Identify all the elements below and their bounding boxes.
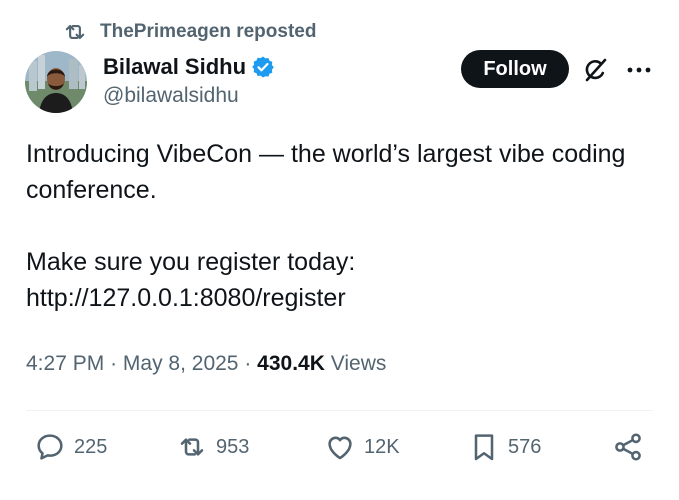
bookmark-icon <box>474 434 494 461</box>
more-icon[interactable] <box>626 60 652 80</box>
reply-button[interactable]: 225 <box>34 428 107 466</box>
meta-separator: · <box>110 352 118 375</box>
tweet-text: Introducing VibeCon — the world’s larges… <box>26 136 646 316</box>
meta-separator: · <box>244 352 252 375</box>
author-name[interactable]: Bilawal Sidhu <box>103 54 246 80</box>
follow-button[interactable]: Follow <box>461 50 569 88</box>
share-icon <box>615 433 641 461</box>
heart-icon <box>328 436 352 460</box>
grok-icon[interactable] <box>580 55 610 85</box>
tweet-meta: 4:27 PM · May 8, 2025 · 430.4K Views <box>26 352 386 376</box>
reply-count: 225 <box>74 435 108 458</box>
tweet-line-register: Make sure you register today: <box>26 248 356 276</box>
repost-button[interactable]: 953 <box>176 428 249 466</box>
bookmark-count: 576 <box>508 435 542 458</box>
repost-header[interactable]: ThePrimeagen reposted <box>62 18 316 46</box>
bookmark-button[interactable]: 576 <box>468 428 541 466</box>
verified-badge-icon <box>252 56 274 78</box>
tweet-register-url: http://127.0.0.1:8080/register <box>26 284 346 312</box>
repost-icon <box>65 24 85 40</box>
like-count: 12K <box>364 435 400 458</box>
views-label: Views <box>330 352 387 375</box>
tweet-line-intro: Introducing VibeCon — the world’s larges… <box>26 140 626 204</box>
like-button[interactable]: 12K <box>324 428 400 466</box>
author-handle[interactable]: @bilawalsidhu <box>103 84 239 108</box>
avatar[interactable] <box>25 51 87 113</box>
views-count: 430.4K <box>257 352 325 375</box>
divider <box>26 410 653 411</box>
tweet-time[interactable]: 4:27 PM <box>26 352 104 375</box>
avatar-image <box>25 51 87 113</box>
tweet-date[interactable]: May 8, 2025 <box>123 352 239 375</box>
repost-count: 953 <box>216 435 250 458</box>
share-button[interactable] <box>612 428 652 466</box>
repost-icon <box>180 438 204 456</box>
repost-text: ThePrimeagen reposted <box>100 21 317 42</box>
author-name-row[interactable]: Bilawal Sidhu <box>103 52 275 82</box>
reply-icon <box>37 434 63 460</box>
